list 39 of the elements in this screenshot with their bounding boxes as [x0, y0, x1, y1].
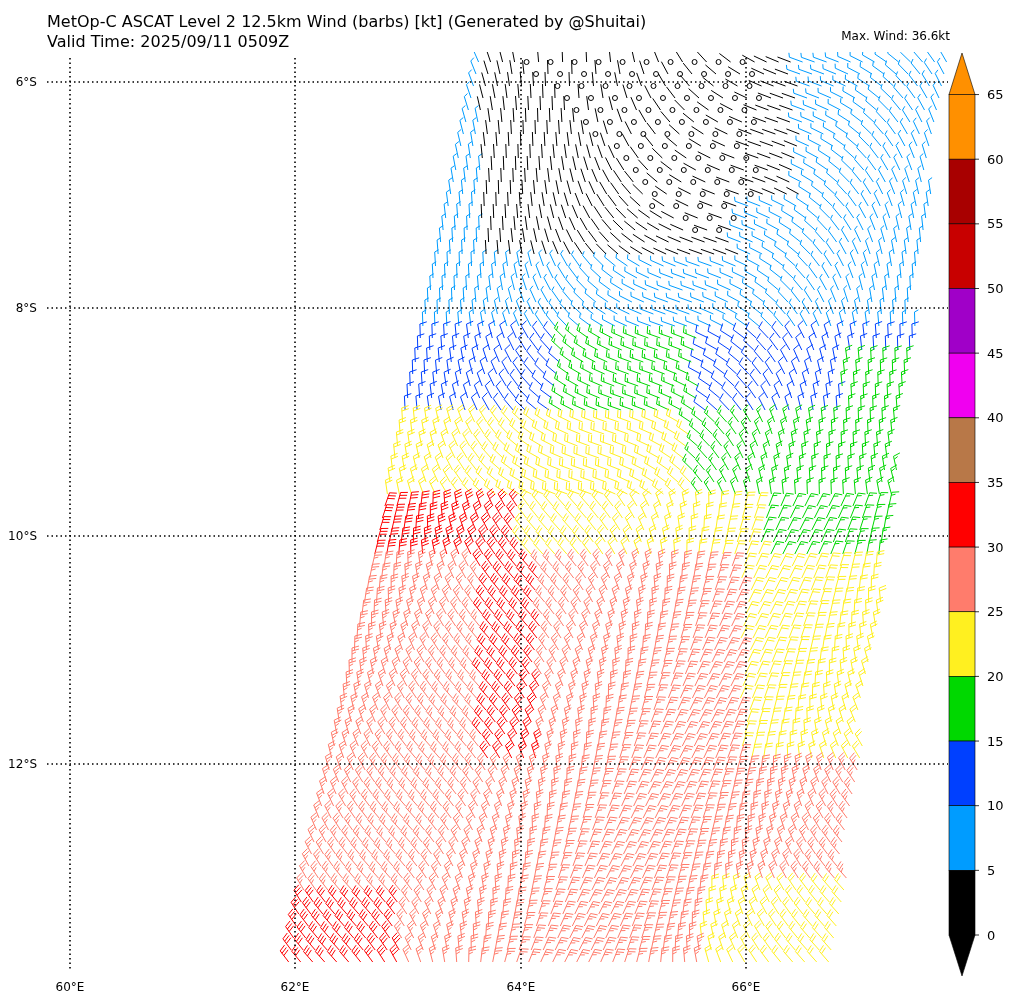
tick-mark [974, 223, 980, 225]
latitude-label: 8°S [15, 301, 37, 315]
colorbar-tick-label: 0 [987, 927, 996, 943]
chart-title: MetOp-C ASCAT Level 2 12.5km Wind (barbs) [kt] (Generated by @Shuitai) [47, 12, 647, 32]
colorbar-tick-label: 20 [987, 668, 1004, 684]
longitude-label: 66°E [731, 980, 761, 994]
latitude-label: 6°S [15, 75, 37, 89]
tick-mark [974, 94, 980, 95]
colorbar-tick-label: 50 [987, 281, 1004, 296]
colorbar-tick-label: 40 [987, 410, 1004, 426]
longitude-label: 60°E [55, 980, 85, 994]
tick-mark [974, 417, 980, 419]
tick-mark [974, 352, 980, 354]
tick-mark [974, 546, 980, 548]
tick-mark [974, 869, 980, 871]
colorbar-tick-label: 5 [987, 862, 996, 878]
colorbar-tick-label: 55 [987, 216, 1004, 232]
colorbar-tick-label: 65 [987, 87, 1004, 103]
tick-mark [974, 805, 980, 807]
tick-mark [974, 934, 980, 936]
colorbar-tick-label: 15 [987, 733, 1004, 749]
tick-mark [974, 740, 980, 742]
longitude-label: 62°E [280, 980, 310, 994]
colorbar-tick-label: 25 [987, 604, 1004, 620]
colorbar-tick-label: 35 [987, 474, 1004, 490]
latitude-label: 10°S [8, 529, 37, 543]
tick-mark [974, 611, 980, 613]
longitude-label: 64°E [506, 980, 536, 994]
valid-time: Valid Time: 2025/09/11 0509Z [47, 32, 291, 52]
colorbar-tick-label: 60 [987, 151, 1004, 167]
latitude-label: 12°S [8, 757, 37, 771]
tick-mark [974, 158, 980, 160]
colorbar-tick-label: 45 [987, 345, 1004, 361]
tick-mark [974, 676, 980, 677]
tick-mark [974, 482, 980, 483]
max-wind-label: Max. Wind: 36.6kt [841, 29, 950, 43]
colorbar-tick-label: 10 [987, 798, 1004, 814]
tick-mark [974, 288, 980, 289]
colorbar-tick-label: 30 [987, 539, 1004, 555]
